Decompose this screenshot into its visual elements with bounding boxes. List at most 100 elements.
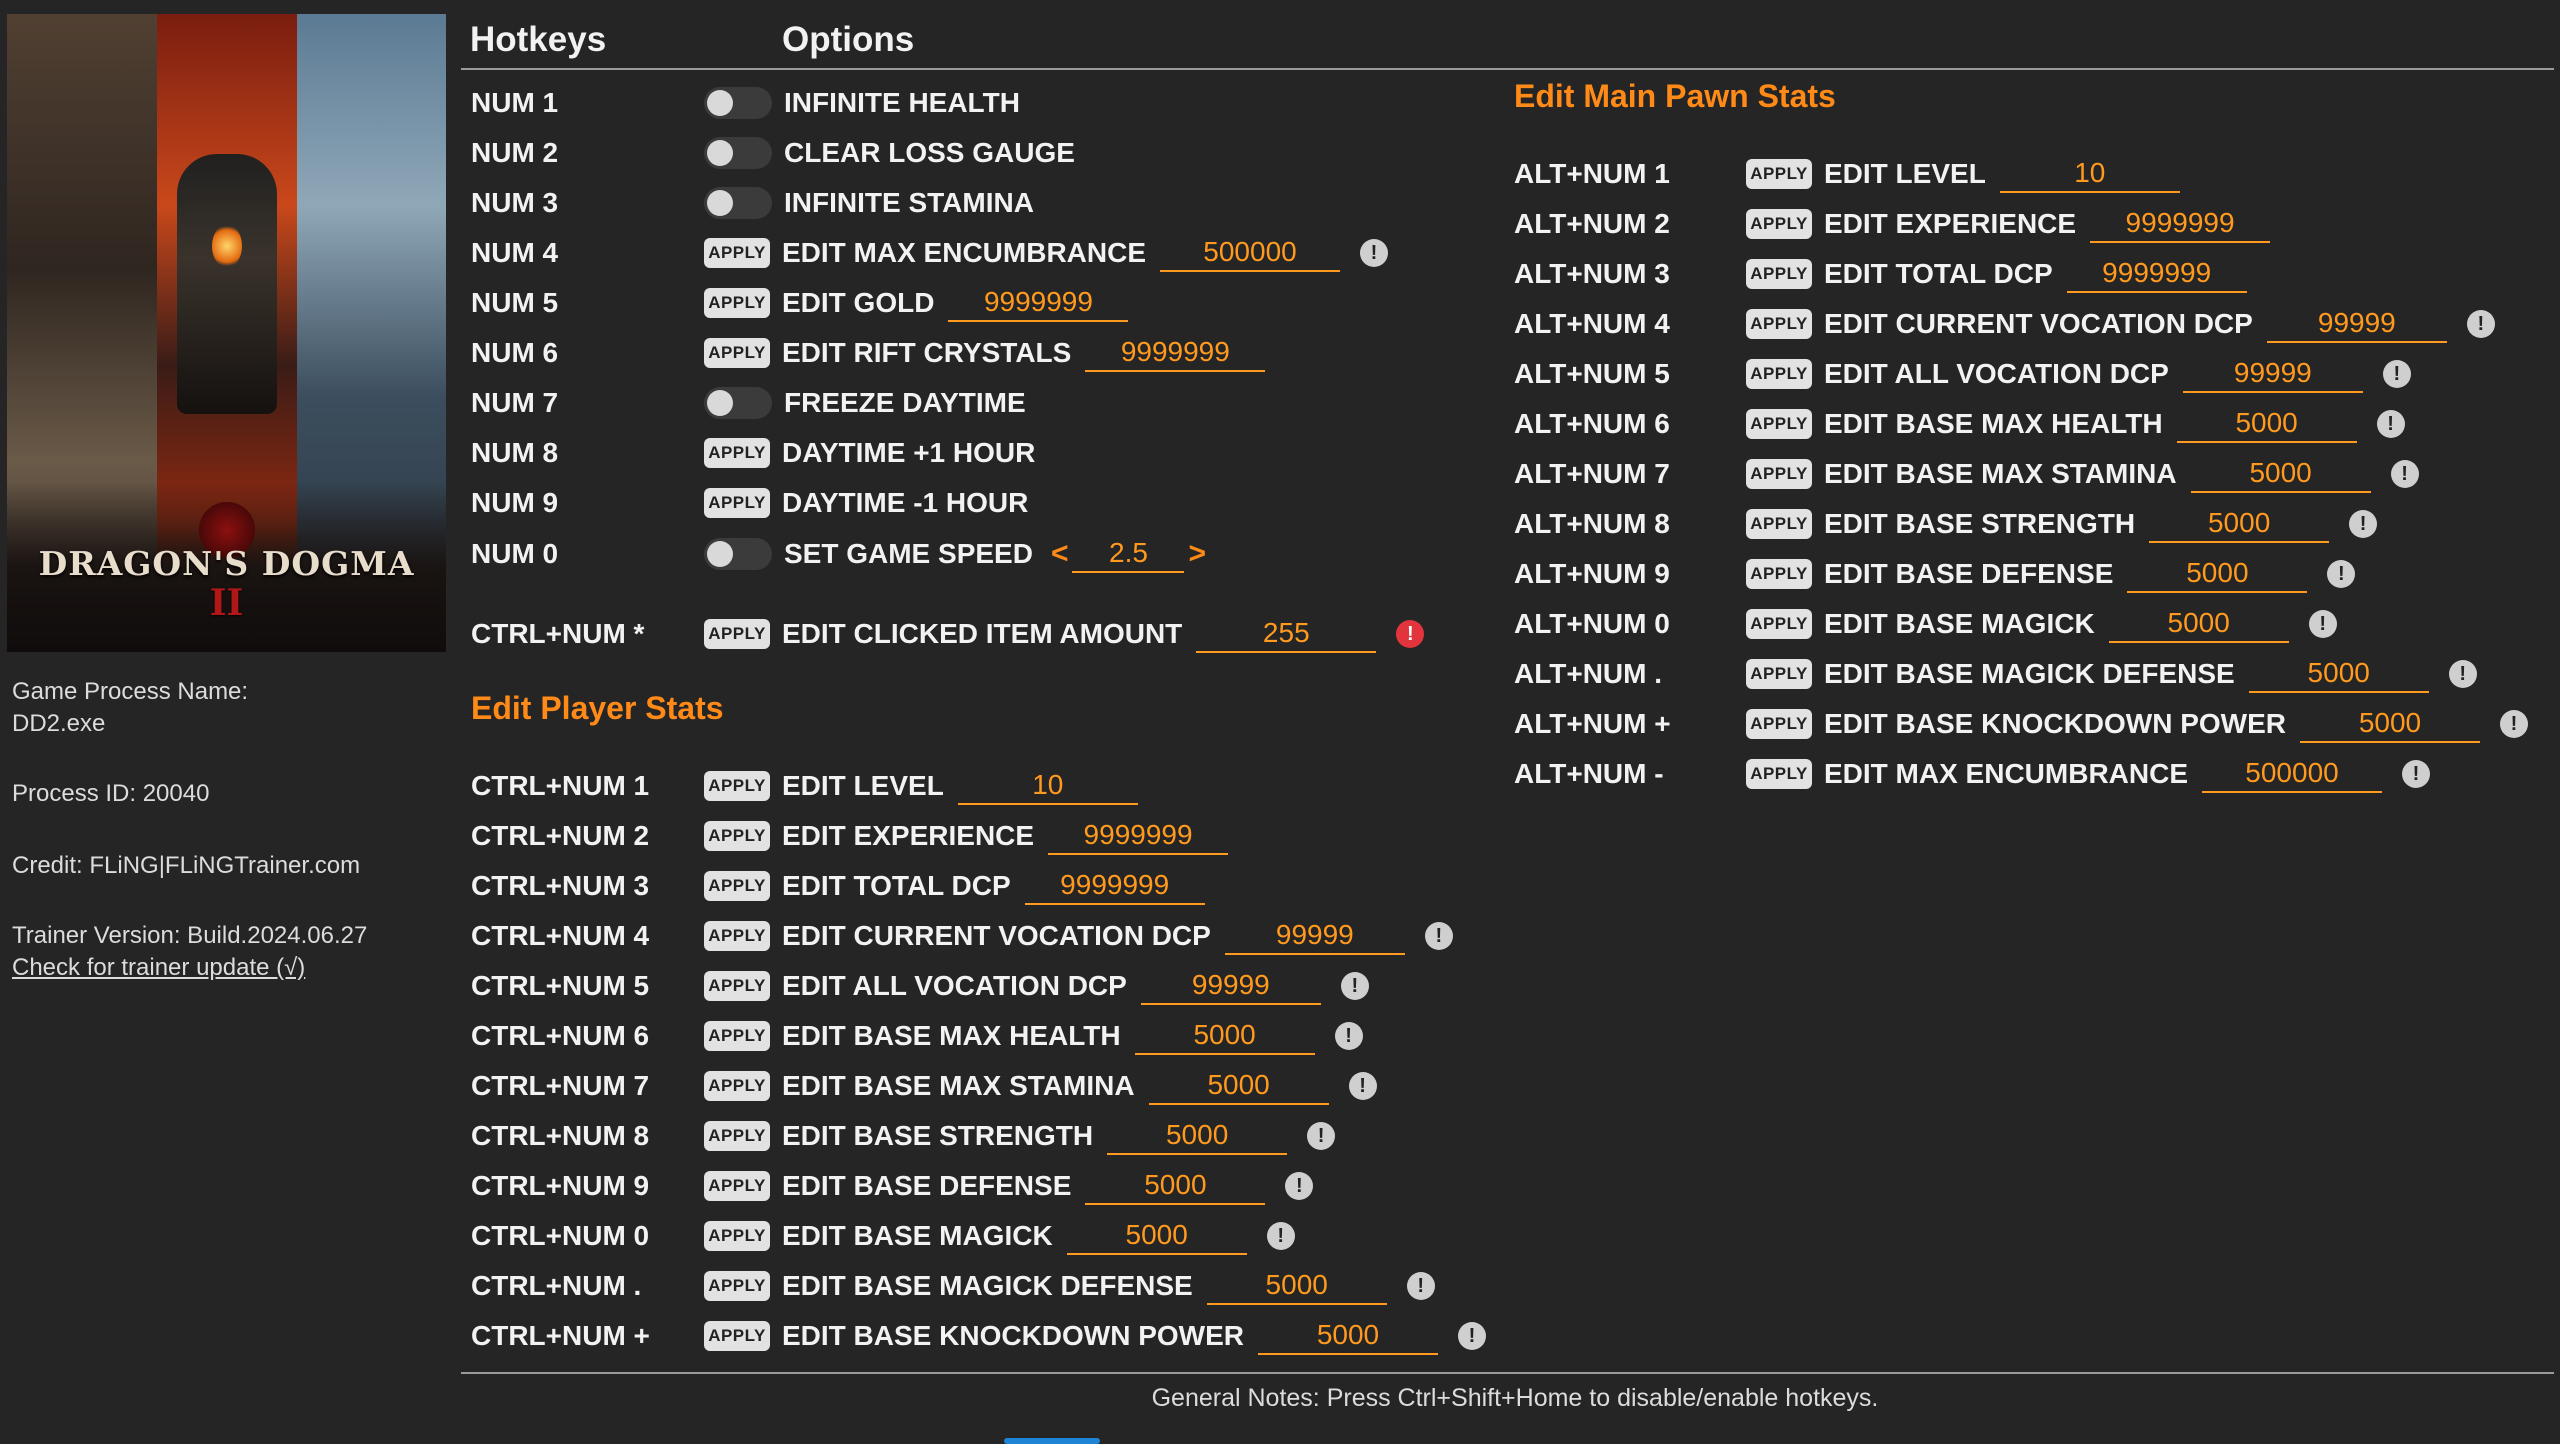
player-edit-base-max-health-value-input[interactable]: 5000 <box>1134 1017 1315 1055</box>
pawn-edit-total-dcp-apply-button[interactable]: APPLY <box>1746 259 1812 289</box>
player-edit-base-max-stamina-value-input[interactable]: 5000 <box>1148 1067 1329 1105</box>
option-edit-gold-apply-button[interactable]: APPLY <box>704 288 770 318</box>
player-edit-total-dcp-label: EDIT TOTAL DCP <box>782 870 1011 901</box>
player-edit-base-knockdown-power-apply-button[interactable]: APPLY <box>704 1321 770 1351</box>
pawn-edit-base-magick-value-input[interactable]: 5000 <box>2108 605 2289 643</box>
pawn-edit-base-strength-apply-button[interactable]: APPLY <box>1746 509 1812 539</box>
player-edit-base-knockdown-power-value-input[interactable]: 5000 <box>1258 1317 1438 1355</box>
option-edit-clicked-item-amount-control: APPLY EDIT CLICKED ITEM AMOUNT 255! <box>704 612 1425 656</box>
pawn-edit-base-magick-apply-button[interactable]: APPLY <box>1746 609 1812 639</box>
pawn-edit-max-encumbrance-value-input[interactable]: 500000 <box>2202 755 2382 793</box>
player-edit-experience-apply-button[interactable]: APPLY <box>704 821 770 851</box>
player-edit-current-vocation-dcp-apply-button[interactable]: APPLY <box>704 921 770 951</box>
pawn-edit-experience-value-input[interactable]: 9999999 <box>2090 205 2271 243</box>
player-edit-base-magick-value-input[interactable]: 5000 <box>1066 1217 1247 1255</box>
player-edit-all-vocation-dcp-value-input[interactable]: 99999 <box>1140 967 1321 1005</box>
warning-icon[interactable]: ! <box>1360 239 1388 267</box>
warning-icon[interactable]: ! <box>2308 610 2337 638</box>
warning-icon[interactable]: ! <box>1406 1272 1435 1300</box>
option-clear-loss-gauge-toggle-switch[interactable] <box>704 137 772 169</box>
pawn-edit-base-knockdown-power-value-input[interactable]: 5000 <box>2300 705 2480 743</box>
pawn-edit-total-dcp-value-input[interactable]: 9999999 <box>2066 255 2247 293</box>
warning-icon[interactable]: ! <box>2466 310 2495 338</box>
pawn-edit-base-max-stamina-apply-button[interactable]: APPLY <box>1746 459 1812 489</box>
player-edit-base-magick-row: CTRL+NUM 0 APPLY EDIT BASE MAGICK 5000! <box>471 1214 1295 1258</box>
warning-icon[interactable]: ! <box>2448 660 2477 688</box>
player-edit-current-vocation-dcp-value-input[interactable]: 99999 <box>1224 917 1405 955</box>
decrease-arrow-icon[interactable]: < <box>1051 537 1069 571</box>
pawn-edit-base-max-health-value-input[interactable]: 5000 <box>2176 405 2357 443</box>
pawn-edit-base-magick-defense-apply-button[interactable]: APPLY <box>1746 659 1812 689</box>
pawn-edit-max-encumbrance-apply-button[interactable]: APPLY <box>1746 759 1812 789</box>
warning-icon[interactable]: ! <box>1334 1022 1363 1050</box>
player-edit-base-magick-defense-value-input[interactable]: 5000 <box>1206 1267 1387 1305</box>
option-edit-rift-crystals-apply-button[interactable]: APPLY <box>704 338 770 368</box>
warning-icon[interactable]: ! <box>1307 1122 1336 1150</box>
pawn-edit-all-vocation-dcp-apply-button[interactable]: APPLY <box>1746 359 1812 389</box>
warning-icon[interactable]: ! <box>2327 560 2356 588</box>
option-daytime-1-hour-apply-button[interactable]: APPLY <box>704 488 770 518</box>
option-set-game-speed-toggle-switch[interactable] <box>704 538 772 570</box>
option-daytime-1-hour-apply-button[interactable]: APPLY <box>704 438 770 468</box>
pawn-edit-base-knockdown-power-apply-button[interactable]: APPLY <box>1746 709 1812 739</box>
player-edit-base-defense-row: CTRL+NUM 9 APPLY EDIT BASE DEFENSE 5000! <box>471 1164 1314 1208</box>
option-edit-clicked-item-amount-apply-button[interactable]: APPLY <box>704 619 770 649</box>
warning-icon[interactable]: ! <box>2390 460 2419 488</box>
player-edit-base-max-stamina-apply-button[interactable]: APPLY <box>704 1071 770 1101</box>
player-edit-base-knockdown-power-hotkey: CTRL+NUM + <box>471 1320 650 1351</box>
option-edit-clicked-item-amount-value-input[interactable]: 255 <box>1196 615 1377 653</box>
option-edit-max-encumbrance-value-input[interactable]: 500000 <box>1160 234 1340 272</box>
pawn-edit-experience-apply-button[interactable]: APPLY <box>1746 209 1812 239</box>
pawn-edit-level-value-input[interactable]: 10 <box>1999 155 2180 193</box>
warning-icon[interactable]: ! <box>1348 1072 1377 1100</box>
player-edit-experience-label: EDIT EXPERIENCE <box>782 820 1035 851</box>
option-set-game-speed-value-input[interactable]: 2.5 <box>1072 535 1185 573</box>
player-edit-total-dcp-value-input[interactable]: 9999999 <box>1024 867 1205 905</box>
player-edit-base-magick-defense-apply-button[interactable]: APPLY <box>704 1271 770 1301</box>
player-edit-all-vocation-dcp-apply-button[interactable]: APPLY <box>704 971 770 1001</box>
pawn-edit-base-defense-value-input[interactable]: 5000 <box>2127 555 2308 593</box>
warning-icon[interactable]: ! <box>2376 410 2405 438</box>
option-edit-max-encumbrance-apply-button[interactable]: APPLY <box>704 238 770 268</box>
pawn-edit-level-apply-button[interactable]: APPLY <box>1746 159 1812 189</box>
warning-icon[interactable]: ! <box>2402 760 2430 788</box>
pawn-edit-all-vocation-dcp-value-input[interactable]: 99999 <box>2182 355 2363 393</box>
pawn-edit-current-vocation-dcp-apply-button[interactable]: APPLY <box>1746 309 1812 339</box>
player-edit-level-apply-button[interactable]: APPLY <box>704 771 770 801</box>
option-infinite-stamina-toggle-switch[interactable] <box>704 187 772 219</box>
player-edit-base-max-health-apply-button[interactable]: APPLY <box>704 1021 770 1051</box>
option-infinite-health-toggle-switch[interactable] <box>704 87 772 119</box>
player-edit-base-defense-value-input[interactable]: 5000 <box>1085 1167 1266 1205</box>
increase-arrow-icon[interactable]: > <box>1188 537 1206 571</box>
warning-icon[interactable]: ! <box>1424 922 1453 950</box>
player-edit-total-dcp-apply-button[interactable]: APPLY <box>704 871 770 901</box>
player-edit-experience-value-input[interactable]: 9999999 <box>1048 817 1229 855</box>
pawn-edit-base-max-stamina-value-input[interactable]: 5000 <box>2190 455 2371 493</box>
player-edit-base-magick-apply-button[interactable]: APPLY <box>704 1221 770 1251</box>
check-update-link-text[interactable]: Check for trainer update (√) <box>12 954 305 981</box>
player-edit-base-defense-apply-button[interactable]: APPLY <box>704 1171 770 1201</box>
player-edit-base-magick-hotkey: CTRL+NUM 0 <box>471 1220 650 1251</box>
option-edit-gold-value-input[interactable]: 9999999 <box>948 284 1129 322</box>
pawn-edit-base-magick-defense-value-input[interactable]: 5000 <box>2248 655 2429 693</box>
check-update-link[interactable]: Check for trainer update (√) <box>12 954 305 982</box>
warning-icon[interactable]: ! <box>1458 1322 1486 1350</box>
player-edit-level-value-input[interactable]: 10 <box>957 767 1138 805</box>
option-edit-rift-crystals-value-input[interactable]: 9999999 <box>1085 334 1266 372</box>
pawn-edit-current-vocation-dcp-value-input[interactable]: 99999 <box>2266 305 2447 343</box>
warning-icon[interactable]: ! <box>2500 710 2528 738</box>
option-daytime-1-hour-control: APPLY DAYTIME -1 HOUR <box>704 481 1042 525</box>
player-edit-base-max-health-label: EDIT BASE MAX HEALTH <box>782 1020 1121 1051</box>
pawn-edit-base-max-health-apply-button[interactable]: APPLY <box>1746 409 1812 439</box>
warning-icon[interactable]: ! <box>1396 620 1425 648</box>
warning-icon[interactable]: ! <box>1266 1222 1295 1250</box>
warning-icon[interactable]: ! <box>2349 510 2378 538</box>
warning-icon[interactable]: ! <box>1285 1172 1314 1200</box>
pawn-edit-base-strength-value-input[interactable]: 5000 <box>2149 505 2330 543</box>
warning-icon[interactable]: ! <box>2382 360 2411 388</box>
warning-icon[interactable]: ! <box>1340 972 1369 1000</box>
option-freeze-daytime-toggle-switch[interactable] <box>704 387 772 419</box>
pawn-edit-base-defense-apply-button[interactable]: APPLY <box>1746 559 1812 589</box>
player-edit-base-strength-apply-button[interactable]: APPLY <box>704 1121 770 1151</box>
player-edit-base-strength-value-input[interactable]: 5000 <box>1107 1117 1288 1155</box>
